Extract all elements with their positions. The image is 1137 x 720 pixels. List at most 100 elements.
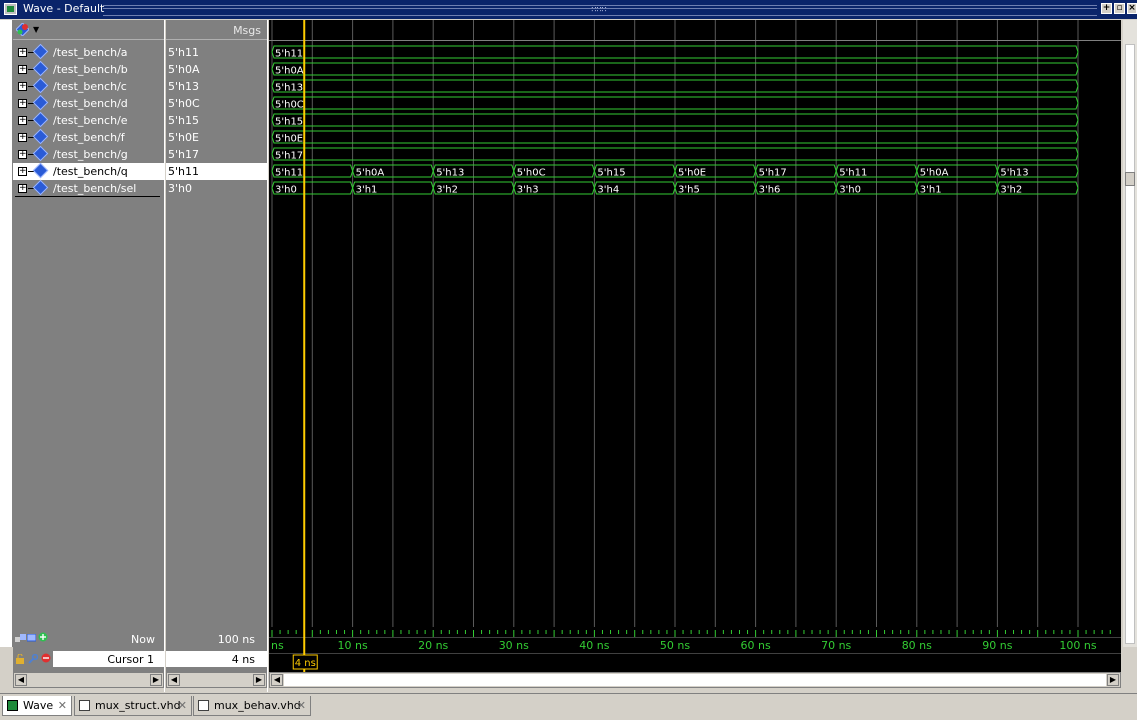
left-gutter — [0, 20, 13, 647]
waveform-pane[interactable]: 5'h11 5'h0A 5'h13 5'h0C 5'h15 5'h0E 5'h17 5'h11… — [269, 20, 1121, 647]
name-pane-header: ▼ — [13, 20, 164, 40]
signal-row[interactable]: + /test_bench/d — [13, 94, 164, 112]
tab-mux-behav[interactable]: mux_behav.vhd ✕ — [193, 696, 311, 716]
bus-value-label: 5'h0E — [678, 168, 706, 179]
signal-row[interactable]: + /test_bench/sel — [13, 179, 164, 197]
waveform-hscrollbar-track[interactable] — [284, 674, 1106, 686]
bus-value-label: 5'h13 — [1000, 168, 1028, 179]
delete-cursor-icon[interactable] — [41, 653, 51, 663]
signal-row[interactable]: + /test_bench/b — [13, 60, 164, 78]
window-tab-bar: Wave ✕ mux_struct.vhd ✕ mux_behav.vhd ✕ — [0, 693, 1137, 720]
close-button[interactable]: × — [1127, 3, 1137, 14]
signal-row[interactable]: + /test_bench/f — [13, 128, 164, 146]
scroll-left-arrow-icon[interactable]: ◀ — [271, 674, 283, 686]
maximize-button[interactable]: + — [1101, 3, 1112, 14]
axis-tick-label: 20 ns — [418, 639, 448, 652]
bus-value-label: 3'h0 — [275, 185, 297, 196]
signal-name: /test_bench/q — [53, 165, 128, 178]
signal-diamond-icon — [32, 94, 49, 111]
waveform-canvas[interactable]: 5'h11 5'h0A 5'h13 5'h0C 5'h15 5'h0E 5'h17 5'h11… — [269, 20, 1121, 647]
signal-value-row[interactable]: 5'h11 — [166, 163, 267, 180]
signal-value-row[interactable]: 3'h0 — [166, 180, 267, 197]
now-label: Now — [131, 633, 155, 646]
signal-name: /test_bench/g — [53, 148, 128, 161]
scroll-right-arrow-icon[interactable]: ▶ — [1107, 674, 1119, 686]
wave-now-icon[interactable] — [15, 633, 26, 642]
cursor-label: Cursor 1 — [107, 653, 154, 666]
tab-mux-struct[interactable]: mux_struct.vhd ✕ — [74, 696, 192, 716]
expand-icon[interactable]: + — [18, 48, 27, 57]
name-pane-hscrollbar[interactable]: ◀ ▶ — [13, 672, 164, 688]
wave-window-icon — [4, 3, 17, 15]
tab-label: Wave — [23, 699, 54, 712]
signal-value-row[interactable]: 5'h11 — [166, 44, 267, 61]
expand-icon[interactable]: + — [18, 65, 27, 74]
signal-value-pane: Msgs 5'h11 5'h0A 5'h13 5'h0C 5'h15 5'h0E 5'h17… — [166, 20, 267, 647]
signal-value-row[interactable]: 5'h13 — [166, 78, 267, 95]
expand-icon[interactable]: + — [18, 116, 27, 125]
close-tab-icon[interactable]: ✕ — [58, 699, 67, 712]
wrench-icon[interactable] — [28, 653, 39, 664]
signal-name: /test_bench/a — [53, 46, 128, 59]
expand-icon[interactable]: + — [18, 99, 27, 108]
bus-value-label: 5'h15 — [275, 117, 303, 128]
signal-diamond-icon — [32, 162, 49, 179]
signal-value-row[interactable]: 5'h0C — [166, 95, 267, 112]
scroll-left-arrow-icon[interactable]: ◀ — [168, 674, 180, 686]
vertical-scrollbar[interactable] — [1123, 20, 1137, 647]
signal-row[interactable]: + /test_bench/a — [13, 43, 164, 61]
scroll-right-arrow-icon[interactable]: ▶ — [253, 674, 265, 686]
bus-value-label: 5'h13 — [275, 83, 303, 94]
expand-icon[interactable]: + — [18, 184, 27, 193]
axis-tick-label: 80 ns — [902, 639, 932, 652]
restore-button[interactable]: ▫ — [1114, 3, 1125, 14]
bus-value-label: 5'h0E — [275, 134, 303, 145]
signal-row[interactable]: + /test_bench/g — [13, 145, 164, 163]
scroll-left-arrow-icon[interactable]: ◀ — [15, 674, 27, 686]
vertical-scrollbar-thumb[interactable] — [1125, 172, 1135, 186]
signal-name-pane: ▼ + /test_bench/a + /test_bench/b + /test_ben… — [13, 20, 164, 647]
close-tab-icon[interactable]: ✕ — [297, 699, 306, 712]
bus-value-label: 3'h2 — [1000, 185, 1022, 196]
cursor-name-field[interactable]: Cursor 1 — [53, 651, 164, 667]
signal-value-row[interactable]: 5'h17 — [166, 146, 267, 163]
expand-icon[interactable]: + — [18, 167, 27, 176]
expand-icon[interactable]: + — [18, 150, 27, 159]
bus-value-label: 5'h0C — [517, 168, 546, 179]
signal-diamond-icon — [32, 179, 49, 196]
bus-value-label: 5'h11 — [839, 168, 867, 179]
expand-icon[interactable]: + — [18, 133, 27, 142]
signal-value: 5'h15 — [168, 114, 199, 127]
time-axis-pane[interactable]: ns 10 ns 20 ns 30 ns 40 ns 50 ns 60 ns 70 ns 80 … — [269, 627, 1121, 673]
vertical-scrollbar-track[interactable] — [1125, 44, 1135, 644]
axis-tick-label: 100 ns — [1059, 639, 1096, 652]
signal-row[interactable]: + /test_bench/q — [13, 162, 164, 180]
signal-value-row[interactable]: 5'h15 — [166, 112, 267, 129]
expand-icon[interactable]: + — [18, 82, 27, 91]
tab-label: mux_struct.vhd — [95, 699, 181, 712]
close-tab-icon[interactable]: ✕ — [178, 699, 187, 712]
value-pane-header: Msgs — [166, 20, 267, 40]
add-cursor-icon[interactable] — [38, 632, 48, 642]
signal-value: 5'h0C — [168, 97, 200, 110]
signal-row[interactable]: + /test_bench/e — [13, 111, 164, 129]
screen-icon[interactable] — [26, 633, 37, 642]
cursor-value-field[interactable]: 4 ns — [166, 651, 267, 667]
scroll-right-arrow-icon[interactable]: ▶ — [150, 674, 162, 686]
time-axis-canvas[interactable]: ns 10 ns 20 ns 30 ns 40 ns 50 ns 60 ns 70 ns 80 … — [269, 627, 1121, 673]
cursor-marker-label: 4 ns — [295, 658, 316, 669]
file-icon — [198, 700, 209, 711]
wave-toolbar-icon[interactable] — [15, 22, 30, 37]
signal-value-row[interactable]: 5'h0A — [166, 61, 267, 78]
chevron-down-icon[interactable]: ▼ — [33, 25, 39, 34]
lock-icon[interactable] — [15, 653, 25, 664]
bus-value-label: 5'h0A — [275, 66, 304, 77]
signal-value-row[interactable]: 5'h0E — [166, 129, 267, 146]
axis-tick-label: 60 ns — [740, 639, 770, 652]
signal-value: 5'h11 — [168, 46, 199, 59]
signal-diamond-icon — [32, 60, 49, 77]
signal-row[interactable]: + /test_bench/c — [13, 77, 164, 95]
waveform-hscrollbar[interactable]: ◀ ▶ — [269, 672, 1121, 688]
tab-wave[interactable]: Wave ✕ — [2, 696, 72, 716]
value-pane-hscrollbar[interactable]: ◀ ▶ — [166, 672, 267, 688]
